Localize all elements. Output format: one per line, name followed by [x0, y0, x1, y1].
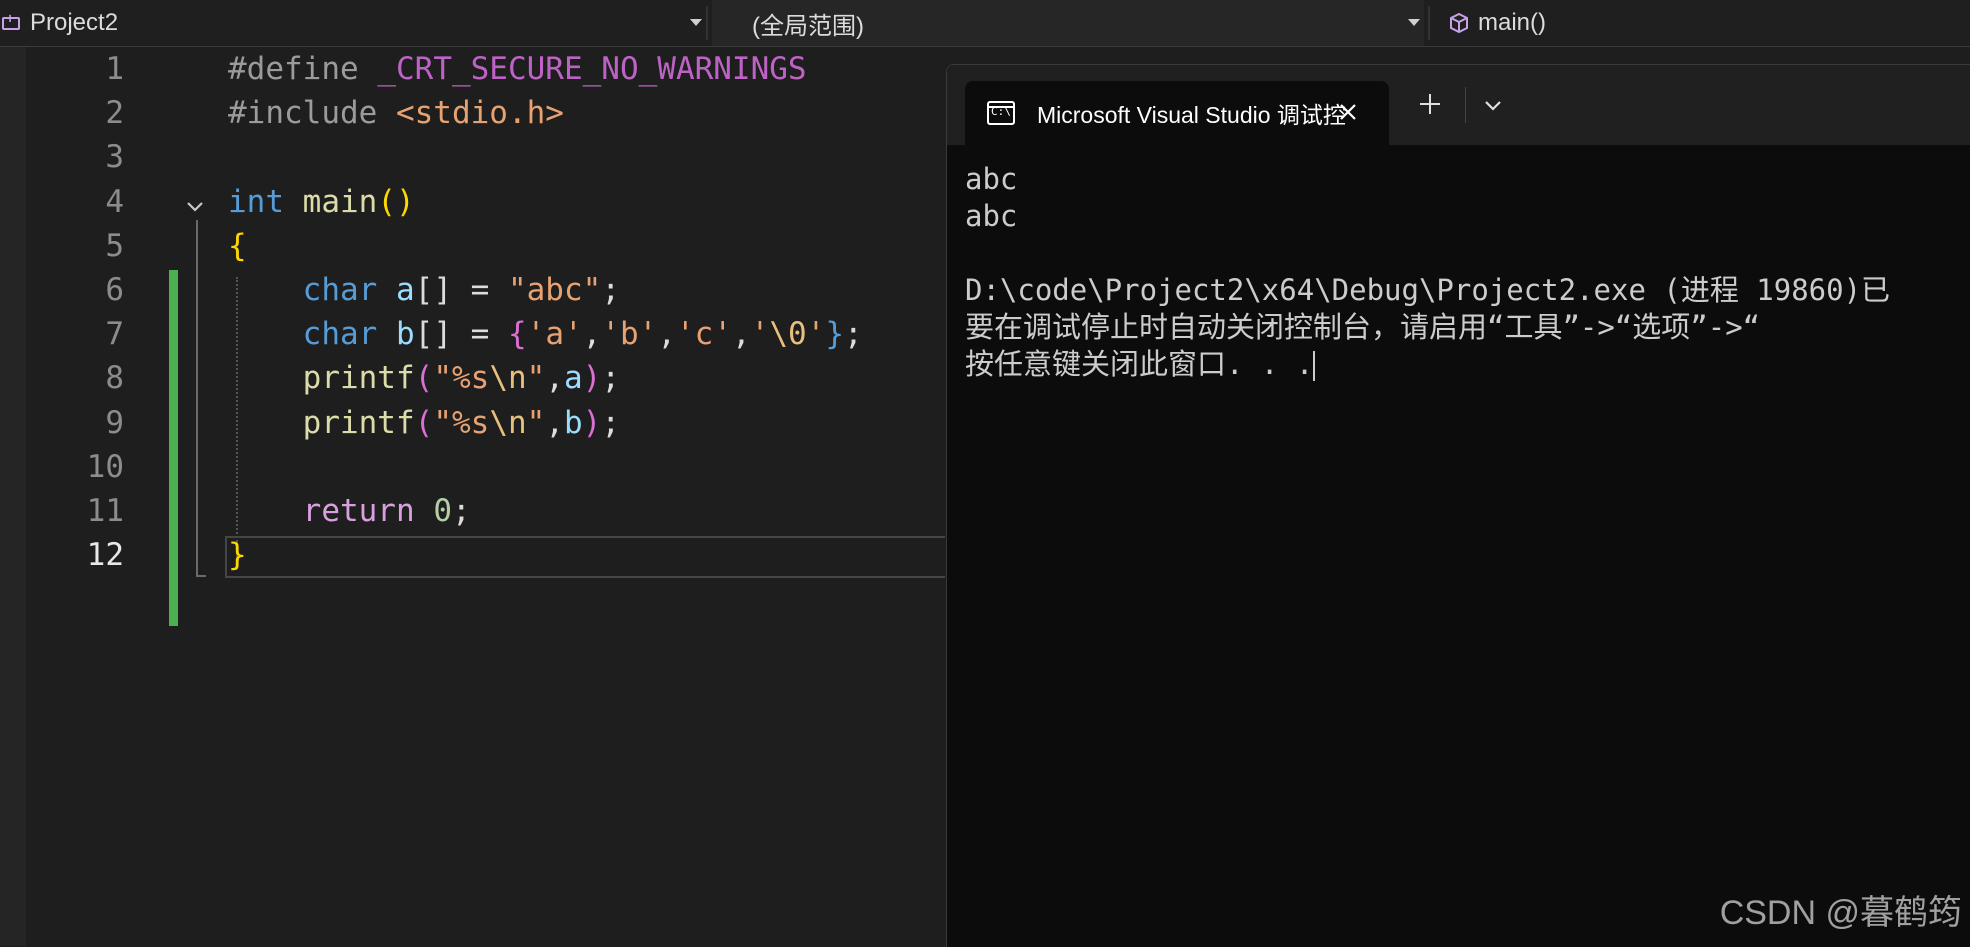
- line-number: 3: [105, 139, 124, 175]
- close-icon[interactable]: [1335, 99, 1361, 125]
- function-dropdown[interactable]: main(): [1434, 0, 1970, 46]
- code-line-2[interactable]: #include <stdio.h>: [228, 91, 564, 135]
- code-line-5[interactable]: {: [228, 224, 247, 268]
- line-number: 2: [105, 95, 124, 131]
- chevron-down-icon: [690, 19, 702, 26]
- editor-margin: [0, 47, 26, 946]
- change-indicator-bar: [169, 359, 178, 626]
- collapse-chevron-icon[interactable]: [184, 195, 206, 217]
- project-icon: [2, 10, 24, 32]
- line-number: 11: [86, 493, 124, 529]
- code-line-11[interactable]: return 0;: [228, 489, 471, 533]
- code-line-7[interactable]: char b[] = {'a','b','c','\0'};: [228, 312, 863, 356]
- code-line-1[interactable]: #define _CRT_SECURE_NO_WARNINGS: [228, 47, 807, 91]
- line-number: 10: [86, 449, 124, 485]
- line-number: 5: [105, 228, 124, 264]
- code-line-8[interactable]: printf("%s\n",a);: [228, 356, 620, 400]
- chevron-down-icon: [1408, 19, 1420, 26]
- terminal-tab-bar: C:\ Microsoft Visual Studio 调试控: [947, 65, 1970, 145]
- debug-console-window[interactable]: C:\ Microsoft Visual Studio 调试控 abc abc …: [946, 64, 1970, 947]
- output-line: D:\code\Project2\x64\Debug\Project2.exe …: [965, 273, 1891, 307]
- scope-label: (全局范围): [752, 12, 864, 40]
- code-line-12[interactable]: }: [228, 533, 247, 577]
- output-line: 要在调试停止时自动关闭控制台，请启用“工具”->“选项”->“: [965, 310, 1761, 344]
- terminal-tab[interactable]: C:\ Microsoft Visual Studio 调试控: [965, 81, 1389, 145]
- current-line-highlight: [225, 536, 945, 578]
- output-line-prompt: 按任意键关闭此窗口. . .: [965, 347, 1316, 381]
- line-number: 6: [105, 272, 124, 308]
- code-line-9[interactable]: printf("%s\n",b);: [228, 401, 620, 445]
- terminal-tab-title: Microsoft Visual Studio 调试控: [1037, 102, 1346, 128]
- chevron-down-icon[interactable]: [1481, 93, 1505, 117]
- text-cursor: [1313, 351, 1316, 381]
- watermark: CSDN @暮鹤筠: [1719, 894, 1962, 932]
- code-line-6[interactable]: char a[] = "abc";: [228, 268, 620, 312]
- line-number: 4: [105, 184, 124, 220]
- current-line-number: 12: [86, 537, 124, 573]
- line-number: 8: [105, 360, 124, 396]
- line-number: 7: [105, 316, 124, 352]
- function-label: main(): [1478, 9, 1547, 36]
- line-number: 1: [105, 51, 124, 87]
- method-cube-icon: [1450, 12, 1468, 34]
- line-number: 9: [105, 405, 124, 441]
- fold-guide-end: [196, 575, 206, 577]
- new-tab-plus-icon[interactable]: [1415, 89, 1445, 119]
- project-dropdown[interactable]: Project2: [0, 0, 702, 46]
- change-indicator-bar: [169, 270, 178, 359]
- fold-guide-line: [196, 220, 198, 575]
- command-prompt-icon: C:\: [987, 101, 1015, 125]
- navigation-bar: Project2 (全局范围) main(): [0, 0, 1970, 47]
- output-line: abc: [965, 199, 1018, 233]
- scope-dropdown[interactable]: (全局范围): [712, 0, 1424, 46]
- output-line: abc: [965, 162, 1018, 196]
- terminal-output[interactable]: abc abc D:\code\Project2\x64\Debug\Proje…: [965, 161, 1970, 941]
- code-line-4[interactable]: int main(): [228, 180, 415, 224]
- project-name: Project2: [30, 9, 119, 36]
